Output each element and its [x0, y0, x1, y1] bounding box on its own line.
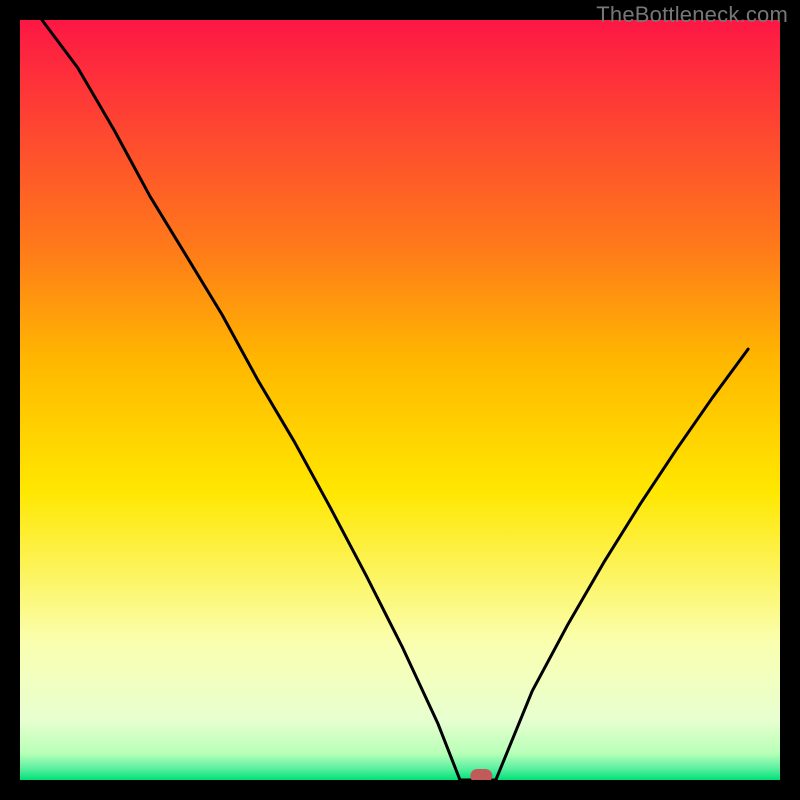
chart-frame: TheBottleneck.com [0, 0, 800, 800]
optimum-marker [470, 769, 492, 780]
bottleneck-curve-chart [20, 20, 780, 780]
gradient-background [20, 20, 780, 780]
